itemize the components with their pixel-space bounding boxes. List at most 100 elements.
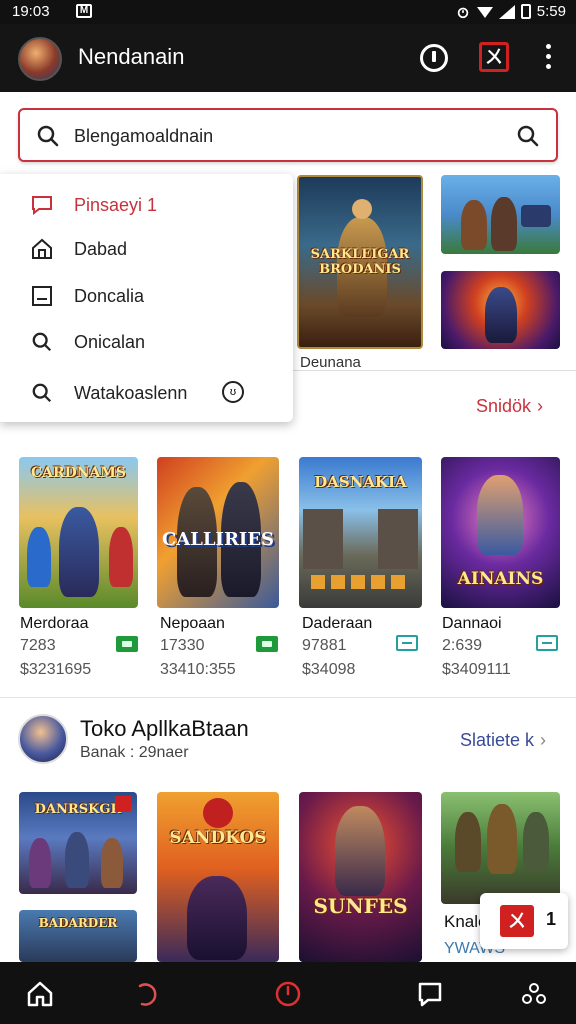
art-figure: [455, 812, 481, 872]
art-figure: [461, 200, 487, 250]
floating-count: 1: [546, 909, 557, 929]
search-input[interactable]: Blengamoaldnain: [18, 108, 558, 162]
art-figure: [521, 205, 551, 227]
message-icon: [30, 193, 54, 217]
menu-item-label: Pinsaeyi 1: [74, 194, 158, 215]
download-badge-icon: [256, 636, 278, 652]
game-card-name: Nepoaan: [160, 615, 225, 632]
status-clock-right: 5:59: [536, 3, 566, 20]
signal-icon: [498, 4, 515, 19]
card-art-title: BADARDER: [38, 916, 118, 930]
art-figure: [101, 838, 123, 888]
clock-icon[interactable]: [274, 980, 302, 1008]
install-badge-icon: [536, 635, 558, 651]
see-all-label: Snidök: [476, 396, 532, 416]
menu-item-home[interactable]: Dabad: [30, 235, 127, 263]
art-figure: [485, 287, 517, 343]
art-figure: [29, 838, 51, 888]
home-icon[interactable]: [26, 980, 54, 1008]
art-building: [303, 509, 343, 569]
divider: [293, 370, 576, 371]
game-card-name: Merdoraa: [20, 615, 89, 632]
game-card-art[interactable]: BADARDER: [19, 910, 137, 962]
card-art-title: DASNAKIA: [314, 473, 407, 491]
wifi-icon: [476, 6, 493, 18]
search-icon: [30, 381, 54, 405]
game-card-art[interactable]: SANDKOS: [157, 792, 279, 962]
art-figure: [335, 806, 385, 896]
divider: [0, 697, 576, 698]
art-figure: [491, 197, 517, 251]
game-card-name: Daderaan: [302, 615, 373, 632]
hero-head: [352, 199, 372, 219]
home-icon: [30, 237, 54, 261]
search-submit-icon[interactable]: [516, 124, 540, 148]
game-card-count: 2:639: [442, 637, 483, 654]
section1-see-all[interactable]: Snidök ›: [476, 396, 543, 417]
menu-item-messages[interactable]: Pinsaeyi 1: [30, 191, 157, 219]
game-card-art[interactable]: CALLIRIES: [157, 457, 279, 608]
art-coin-row: [311, 575, 411, 589]
status-time: 19:03: [12, 3, 50, 20]
art-figure: [65, 832, 89, 888]
card-art-title: CALLIRIES: [161, 529, 275, 550]
menu-item-window[interactable]: Doncalia: [30, 282, 144, 310]
bottom-nav: [0, 962, 576, 1024]
refresh-icon[interactable]: [132, 980, 160, 1008]
game-card-count: 17330: [160, 637, 205, 654]
alert-icon[interactable]: [420, 44, 448, 72]
game-card-count: 97881: [302, 637, 347, 654]
recent-apps-icon[interactable]: [416, 980, 444, 1008]
install-badge-icon: [396, 635, 418, 651]
status-bar: 19:03 M 5:59: [0, 0, 576, 24]
face-icon[interactable]: ʊ: [222, 381, 244, 403]
game-card-price: $34098: [302, 661, 356, 678]
section-avatar: [18, 714, 68, 764]
card-art-title: AINAINS: [457, 569, 544, 589]
profile-avatar[interactable]: [18, 37, 62, 81]
community-icon[interactable]: [520, 980, 548, 1008]
art-figure: [109, 527, 133, 587]
menu-item-label: Onicalan: [74, 331, 146, 352]
game-card-name: Dannaoi: [442, 615, 502, 632]
search-icon: [37, 125, 59, 147]
menu-item-label: Doncalia: [74, 285, 145, 306]
card-art-title: SUNFES: [313, 894, 408, 918]
store-icon[interactable]: ㄨ: [479, 42, 509, 72]
app-screen: 19:03 M 5:59 Nendanain ㄨ Blengamoaldnain…: [0, 0, 576, 1024]
app-bar: Nendanain ㄨ: [0, 24, 576, 92]
section2-see-all[interactable]: Slatiete k ›: [460, 730, 546, 751]
search-query: Blengamoaldnain: [74, 126, 214, 146]
chevron-right-icon: ›: [540, 730, 547, 750]
more-options-icon[interactable]: [540, 44, 556, 72]
game-card-price: 33410:355: [160, 661, 236, 678]
menu-item-label: Dabad: [74, 238, 128, 259]
art-figure: [487, 804, 517, 874]
card-art-title: SANDKOS: [169, 828, 267, 848]
see-all-label: Slatiete k: [460, 730, 535, 750]
menu-dropdown: Pinsaeyi 1 Dabad Doncalia Onicalan Watak…: [0, 174, 293, 422]
status-right: 5:59: [455, 3, 566, 20]
game-card-art[interactable]: CARDNAMS: [19, 457, 138, 608]
game-card-price: $3409111: [442, 661, 511, 678]
art-figure: [59, 507, 99, 597]
menu-item-search-advanced[interactable]: Watakoaslenn: [30, 379, 187, 407]
alarm-icon: [457, 7, 469, 18]
featured-art-top[interactable]: [441, 175, 560, 254]
art-building: [378, 509, 418, 569]
card-art-title: CARDNAMS: [30, 465, 127, 481]
app-title: Nendanain: [78, 44, 185, 69]
featured-art-bottom[interactable]: [441, 271, 560, 349]
game-card-art[interactable]: DASNAKIA: [299, 457, 422, 608]
floating-store-button[interactable]: ㄨ 1: [480, 893, 568, 949]
featured-art-main[interactable]: SARKLEIGAR BRODANIS: [297, 175, 423, 349]
game-card-art[interactable]: AINAINS: [441, 457, 560, 608]
window-icon: [30, 284, 54, 308]
game-card-art[interactable]: DANRSKGR: [19, 792, 137, 894]
menu-item-search[interactable]: Onicalan: [30, 328, 145, 356]
section-subtitle: Banak : 29naer: [80, 744, 189, 761]
game-card-art[interactable]: SUNFES: [299, 792, 422, 962]
art-figure: [477, 475, 523, 555]
game-card-art[interactable]: [441, 792, 560, 904]
art-figure: [523, 812, 549, 872]
